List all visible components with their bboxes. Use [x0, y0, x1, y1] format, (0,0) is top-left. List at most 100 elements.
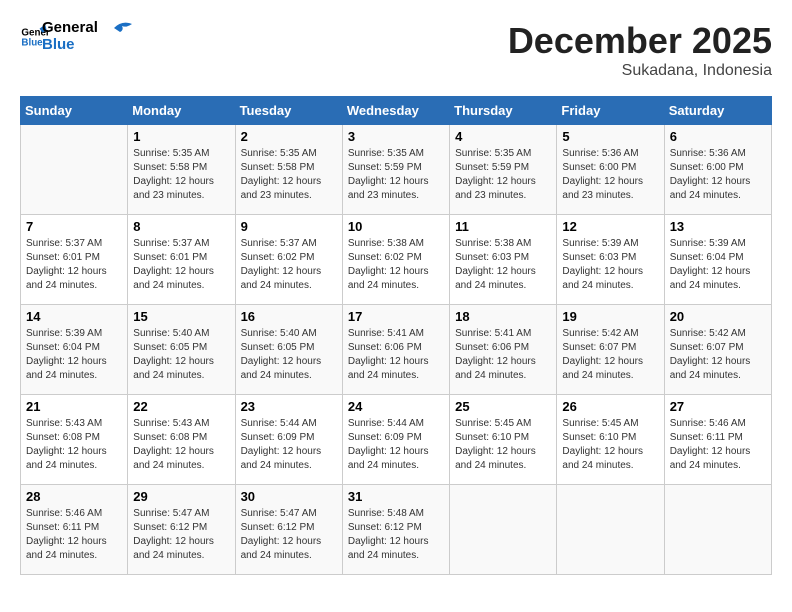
calendar-table: SundayMondayTuesdayWednesdayThursdayFrid… [20, 96, 772, 575]
month-title: December 2025 [508, 20, 772, 62]
day-info: Sunrise: 5:39 AM Sunset: 6:04 PM Dayligh… [670, 237, 766, 293]
week-row-4: 21 Sunrise: 5:43 AM Sunset: 6:08 PM Dayli… [21, 395, 772, 485]
calendar-cell: 16 Sunrise: 5:40 AM Sunset: 6:05 PM Dayli… [235, 305, 342, 395]
day-number: 3 [348, 129, 444, 144]
day-info: Sunrise: 5:40 AM Sunset: 6:05 PM Dayligh… [241, 327, 337, 383]
calendar-cell: 7 Sunrise: 5:37 AM Sunset: 6:01 PM Daylig… [21, 215, 128, 305]
calendar-cell: 3 Sunrise: 5:35 AM Sunset: 5:59 PM Daylig… [342, 125, 449, 215]
day-number: 29 [133, 489, 229, 504]
calendar-cell: 25Sunrise: 5:45 AM Sunset: 6:10 PM Dayli… [450, 395, 557, 485]
header: General Blue General Blue December 2025 … [20, 20, 772, 80]
day-number: 12 [562, 219, 658, 234]
calendar-body: 1 Sunrise: 5:35 AM Sunset: 5:58 PM Daylig… [21, 125, 772, 575]
day-info: Sunrise: 5:35 AM Sunset: 5:59 PM Dayligh… [348, 147, 444, 203]
day-info: Sunrise: 5:45 AM Sunset: 6:10 PM Dayligh… [562, 417, 658, 473]
weekday-header-sunday: Sunday [21, 97, 128, 125]
logo-bird-icon [104, 20, 134, 44]
calendar-cell [664, 485, 771, 575]
week-row-3: 14 Sunrise: 5:39 AM Sunset: 6:04 PM Dayli… [21, 305, 772, 395]
weekday-header-wednesday: Wednesday [342, 97, 449, 125]
calendar-cell: 31 Sunrise: 5:48 AM Sunset: 6:12 PM Dayli… [342, 485, 449, 575]
day-info: Sunrise: 5:41 AM Sunset: 6:06 PM Dayligh… [455, 327, 551, 383]
day-number: 4 [455, 129, 551, 144]
calendar-cell: 30Sunrise: 5:47 AM Sunset: 6:12 PM Dayli… [235, 485, 342, 575]
calendar-cell: 24Sunrise: 5:44 AM Sunset: 6:09 PM Dayli… [342, 395, 449, 485]
weekday-header-friday: Friday [557, 97, 664, 125]
calendar-cell: 26 Sunrise: 5:45 AM Sunset: 6:10 PM Dayli… [557, 395, 664, 485]
calendar-cell [21, 125, 128, 215]
svg-text:Blue: Blue [21, 37, 43, 48]
day-info: Sunrise: 5:46 AM Sunset: 6:11 PM Dayligh… [670, 417, 766, 473]
calendar-cell: 18Sunrise: 5:41 AM Sunset: 6:06 PM Dayli… [450, 305, 557, 395]
day-info: Sunrise: 5:41 AM Sunset: 6:06 PM Dayligh… [348, 327, 444, 383]
day-number: 1 [133, 129, 229, 144]
day-number: 5 [562, 129, 658, 144]
calendar-cell: 6 Sunrise: 5:36 AM Sunset: 6:00 PM Daylig… [664, 125, 771, 215]
week-row-1: 1 Sunrise: 5:35 AM Sunset: 5:58 PM Daylig… [21, 125, 772, 215]
weekday-header-monday: Monday [128, 97, 235, 125]
calendar-cell [557, 485, 664, 575]
logo-general: General [42, 20, 98, 37]
day-number: 2 [241, 129, 337, 144]
day-info: Sunrise: 5:37 AM Sunset: 6:01 PM Dayligh… [133, 237, 229, 293]
day-info: Sunrise: 5:37 AM Sunset: 6:01 PM Dayligh… [26, 237, 122, 293]
calendar-cell: 1 Sunrise: 5:35 AM Sunset: 5:58 PM Daylig… [128, 125, 235, 215]
day-info: Sunrise: 5:36 AM Sunset: 6:00 PM Dayligh… [670, 147, 766, 203]
day-info: Sunrise: 5:35 AM Sunset: 5:59 PM Dayligh… [455, 147, 551, 203]
day-info: Sunrise: 5:39 AM Sunset: 6:04 PM Dayligh… [26, 327, 122, 383]
weekday-header-row: SundayMondayTuesdayWednesdayThursdayFrid… [21, 97, 772, 125]
logo: General Blue General Blue [20, 20, 134, 53]
calendar-cell: 28 Sunrise: 5:46 AM Sunset: 6:11 PM Dayli… [21, 485, 128, 575]
day-number: 31 [348, 489, 444, 504]
calendar-cell [450, 485, 557, 575]
day-info: Sunrise: 5:38 AM Sunset: 6:03 PM Dayligh… [455, 237, 551, 293]
week-row-2: 7 Sunrise: 5:37 AM Sunset: 6:01 PM Daylig… [21, 215, 772, 305]
day-number: 17 [348, 309, 444, 324]
day-info: Sunrise: 5:43 AM Sunset: 6:08 PM Dayligh… [26, 417, 122, 473]
day-number: 7 [26, 219, 122, 234]
day-number: 22 [133, 399, 229, 414]
calendar-cell: 13Sunrise: 5:39 AM Sunset: 6:04 PM Dayli… [664, 215, 771, 305]
day-info: Sunrise: 5:42 AM Sunset: 6:07 PM Dayligh… [670, 327, 766, 383]
day-info: Sunrise: 5:36 AM Sunset: 6:00 PM Dayligh… [562, 147, 658, 203]
weekday-header-tuesday: Tuesday [235, 97, 342, 125]
calendar-cell: 2 Sunrise: 5:35 AM Sunset: 5:58 PM Daylig… [235, 125, 342, 215]
day-info: Sunrise: 5:42 AM Sunset: 6:07 PM Dayligh… [562, 327, 658, 383]
week-row-5: 28 Sunrise: 5:46 AM Sunset: 6:11 PM Dayli… [21, 485, 772, 575]
day-info: Sunrise: 5:35 AM Sunset: 5:58 PM Dayligh… [241, 147, 337, 203]
day-info: Sunrise: 5:48 AM Sunset: 6:12 PM Dayligh… [348, 507, 444, 563]
calendar-cell: 17 Sunrise: 5:41 AM Sunset: 6:06 PM Dayli… [342, 305, 449, 395]
day-info: Sunrise: 5:46 AM Sunset: 6:11 PM Dayligh… [26, 507, 122, 563]
day-info: Sunrise: 5:47 AM Sunset: 6:12 PM Dayligh… [133, 507, 229, 563]
calendar-cell: 5 Sunrise: 5:36 AM Sunset: 6:00 PM Daylig… [557, 125, 664, 215]
day-info: Sunrise: 5:39 AM Sunset: 6:03 PM Dayligh… [562, 237, 658, 293]
day-number: 26 [562, 399, 658, 414]
day-number: 11 [455, 219, 551, 234]
day-info: Sunrise: 5:40 AM Sunset: 6:05 PM Dayligh… [133, 327, 229, 383]
day-number: 14 [26, 309, 122, 324]
day-number: 23 [241, 399, 337, 414]
calendar-cell: 19Sunrise: 5:42 AM Sunset: 6:07 PM Dayli… [557, 305, 664, 395]
calendar-cell: 12 Sunrise: 5:39 AM Sunset: 6:03 PM Dayli… [557, 215, 664, 305]
day-info: Sunrise: 5:35 AM Sunset: 5:58 PM Dayligh… [133, 147, 229, 203]
calendar-cell: 23 Sunrise: 5:44 AM Sunset: 6:09 PM Dayli… [235, 395, 342, 485]
day-number: 24 [348, 399, 444, 414]
day-number: 16 [241, 309, 337, 324]
day-number: 28 [26, 489, 122, 504]
day-number: 30 [241, 489, 337, 504]
calendar-cell: 29 Sunrise: 5:47 AM Sunset: 6:12 PM Dayli… [128, 485, 235, 575]
calendar-cell: 14 Sunrise: 5:39 AM Sunset: 6:04 PM Dayli… [21, 305, 128, 395]
calendar-cell: 21 Sunrise: 5:43 AM Sunset: 6:08 PM Dayli… [21, 395, 128, 485]
calendar-cell: 4 Sunrise: 5:35 AM Sunset: 5:59 PM Daylig… [450, 125, 557, 215]
calendar-cell: 20 Sunrise: 5:42 AM Sunset: 6:07 PM Dayli… [664, 305, 771, 395]
day-number: 6 [670, 129, 766, 144]
logo-blue: Blue [42, 37, 98, 54]
day-number: 10 [348, 219, 444, 234]
day-info: Sunrise: 5:37 AM Sunset: 6:02 PM Dayligh… [241, 237, 337, 293]
title-section: December 2025 Sukadana, Indonesia [508, 20, 772, 80]
day-number: 20 [670, 309, 766, 324]
day-info: Sunrise: 5:44 AM Sunset: 6:09 PM Dayligh… [241, 417, 337, 473]
calendar-cell: 8Sunrise: 5:37 AM Sunset: 6:01 PM Daylig… [128, 215, 235, 305]
day-number: 21 [26, 399, 122, 414]
day-number: 15 [133, 309, 229, 324]
